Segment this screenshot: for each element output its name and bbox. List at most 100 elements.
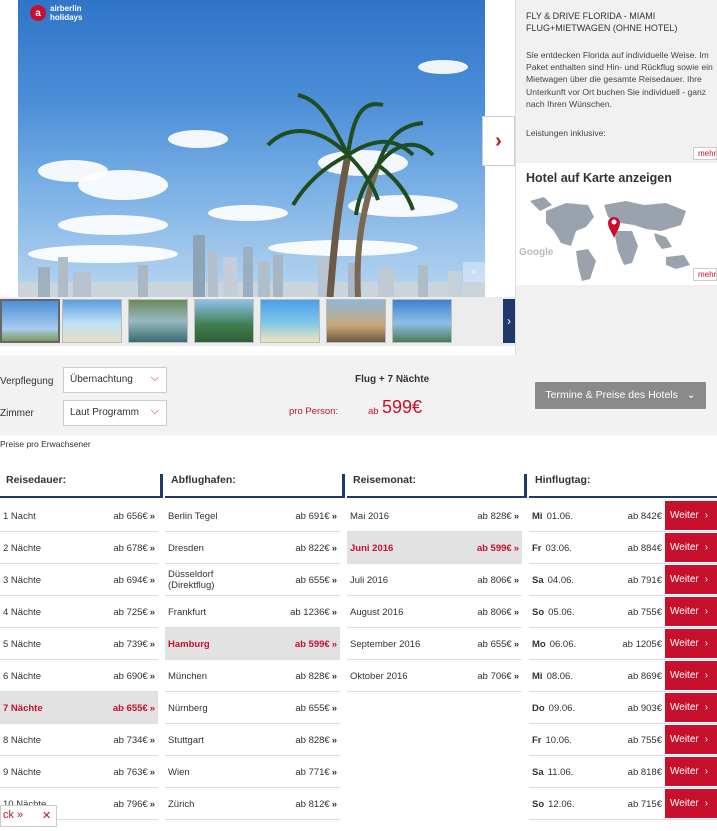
- thumbnail-6[interactable]: [326, 299, 386, 343]
- row-label: August 2016: [350, 607, 403, 618]
- table-row[interactable]: Hamburg ab 599€»: [165, 628, 340, 660]
- row-label: Wien: [168, 767, 190, 778]
- mehr-button-map[interactable]: mehr: [693, 268, 717, 281]
- row-label: Mai 2016: [350, 511, 389, 522]
- table-row[interactable]: Nürnberg ab 655€»: [165, 692, 340, 724]
- row-price-value: ab 812€: [295, 799, 330, 810]
- row-price-value: ab 828€: [295, 671, 330, 682]
- table-row[interactable]: 2 Nächte ab 678€»: [0, 532, 158, 564]
- table-row[interactable]: Wien ab 771€»: [165, 756, 340, 788]
- weiter-label: Weiter: [670, 574, 699, 585]
- weiter-button[interactable]: Weiter ›: [665, 661, 717, 690]
- weiter-button[interactable]: Weiter ›: [665, 757, 717, 786]
- table-row[interactable]: 1 Nacht ab 656€»: [0, 500, 158, 532]
- table-row[interactable]: Zürich ab 812€»: [165, 788, 340, 820]
- weiter-button[interactable]: Weiter ›: [665, 789, 717, 818]
- verpflegung-select[interactable]: Übernachtung ⌵: [63, 367, 167, 393]
- thumbnail-7[interactable]: [392, 299, 452, 343]
- table-row[interactable]: 3 Nächte ab 694€»: [0, 564, 158, 596]
- row-label-text: 8 Nächte: [3, 735, 42, 746]
- row-label: 8 Nächte: [3, 735, 41, 746]
- row-label-text: Oktober 2016: [350, 671, 408, 682]
- row-date: Sa 04.06.: [532, 575, 574, 586]
- thumbnail-2[interactable]: [62, 299, 122, 343]
- zimmer-select[interactable]: Laut Programm ⌵: [63, 400, 167, 426]
- row-label: Juni 2016: [350, 543, 393, 554]
- table-row[interactable]: Mai 2016 ab 828€»: [347, 500, 522, 532]
- table-row[interactable]: Berlin Tegel ab 691€»: [165, 500, 340, 532]
- table-row[interactable]: Frankfurt ab 1236€»: [165, 596, 340, 628]
- table-row[interactable]: Stuttgart ab 828€»: [165, 724, 340, 756]
- weiter-button[interactable]: Weiter ›: [665, 725, 717, 754]
- thumbnail-4[interactable]: [194, 299, 254, 343]
- row-day: Mi: [532, 511, 543, 522]
- airberlin-holidays-logo: a airberlin holidays: [30, 4, 82, 22]
- thumbnail-3[interactable]: [128, 299, 188, 343]
- chevron-right-icon: ›: [704, 670, 709, 681]
- termine-preise-button[interactable]: Termine & Preise des Hotels ⌄: [535, 382, 706, 409]
- weiter-button[interactable]: Weiter ›: [665, 629, 717, 658]
- table-row[interactable]: München ab 828€»: [165, 660, 340, 692]
- thumbnail-1[interactable]: [0, 299, 60, 343]
- table-row[interactable]: 8 Nächte ab 734€»: [0, 724, 158, 756]
- table-row[interactable]: Fr 10.06. ab 755€ Weiter ›: [529, 724, 717, 756]
- table-row[interactable]: Fr 03.06. ab 884€ Weiter ›: [529, 532, 717, 564]
- row-price: ab 771€»: [295, 767, 337, 778]
- map-title[interactable]: Hotel auf Karte anzeigen: [526, 171, 672, 185]
- flug-label: Flug + 7 Nächte: [355, 374, 430, 385]
- table-row[interactable]: 6 Nächte ab 690€»: [0, 660, 158, 692]
- zoom-icon[interactable]: ⌕: [463, 262, 485, 282]
- double-arrow-icon: »: [149, 511, 155, 522]
- table-row[interactable]: Juni 2016 ab 599€»: [347, 532, 522, 564]
- hero-image[interactable]: a airberlin holidays ⌕: [18, 0, 485, 297]
- mehr-button[interactable]: mehr: [693, 147, 717, 160]
- table-row[interactable]: Oktober 2016 ab 706€»: [347, 660, 522, 692]
- table-row[interactable]: Juli 2016 ab 806€»: [347, 564, 522, 596]
- row-label-text: 1 Nacht: [3, 511, 36, 522]
- table-row[interactable]: So 12.06. ab 715€ Weiter ›: [529, 788, 717, 820]
- table-row[interactable]: September 2016 ab 655€»: [347, 628, 522, 660]
- row-price-value: ab 656€: [113, 511, 148, 522]
- table-row[interactable]: August 2016 ab 806€»: [347, 596, 522, 628]
- table-row[interactable]: Dresden ab 822€»: [165, 532, 340, 564]
- google-label: Google: [519, 247, 554, 258]
- weiter-button[interactable]: Weiter ›: [665, 693, 717, 722]
- offer-title-line1: FLY & DRIVE FLORIDA - MIAMI: [526, 11, 656, 21]
- table-row[interactable]: Düsseldorf (Direktflug) ab 655€»: [165, 564, 340, 596]
- row-date-value: 01.06.: [546, 511, 573, 522]
- row-day: Sa: [532, 575, 544, 586]
- row-price: ab 822€»: [295, 543, 337, 554]
- world-map-graphic: [530, 197, 690, 281]
- row-price-value: ab 734€: [113, 735, 148, 746]
- map-box[interactable]: Hotel auf Karte anzeigen Google: [516, 163, 717, 285]
- row-label: Frankfurt: [168, 607, 206, 618]
- table-row[interactable]: So 05.06. ab 755€ Weiter ›: [529, 596, 717, 628]
- table-row[interactable]: Sa 11.06. ab 818€ Weiter ›: [529, 756, 717, 788]
- weiter-button[interactable]: Weiter ›: [665, 533, 717, 562]
- weiter-button[interactable]: Weiter ›: [665, 597, 717, 626]
- weiter-button[interactable]: Weiter ›: [665, 501, 717, 530]
- table-row[interactable]: Mi 08.06. ab 869€ Weiter ›: [529, 660, 717, 692]
- weiter-button[interactable]: Weiter ›: [665, 565, 717, 594]
- row-label: Hamburg: [168, 639, 210, 650]
- row-price-value: ab 725€: [113, 607, 148, 618]
- next-image-button[interactable]: ›: [482, 116, 515, 166]
- table-row[interactable]: Do 09.06. ab 903€ Weiter ›: [529, 692, 717, 724]
- close-icon[interactable]: ✕: [42, 809, 51, 822]
- thumbnail-next-button[interactable]: ›: [503, 299, 515, 343]
- table-row[interactable]: 5 Nächte ab 739€»: [0, 628, 158, 660]
- row-day: Mi: [532, 671, 543, 682]
- table-row[interactable]: 4 Nächte ab 725€»: [0, 596, 158, 628]
- footer-back-link[interactable]: ck »: [3, 809, 23, 821]
- price-prefix: ab: [368, 406, 379, 417]
- row-price: ab 599€»: [477, 543, 519, 554]
- table-row[interactable]: Sa 04.06. ab 791€ Weiter ›: [529, 564, 717, 596]
- table-row[interactable]: 9 Nächte ab 763€»: [0, 756, 158, 788]
- table-row[interactable]: Mi 01.06. ab 842€ Weiter ›: [529, 500, 717, 532]
- row-price-value: ab 763€: [113, 767, 148, 778]
- double-arrow-icon: »: [331, 671, 337, 682]
- thumbnail-5[interactable]: [260, 299, 320, 343]
- table-row[interactable]: 7 Nächte ab 655€»: [0, 692, 158, 724]
- table-row[interactable]: Mo 06.06. ab 1205€ Weiter ›: [529, 628, 717, 660]
- pro-person-label: pro Person:: [289, 406, 339, 417]
